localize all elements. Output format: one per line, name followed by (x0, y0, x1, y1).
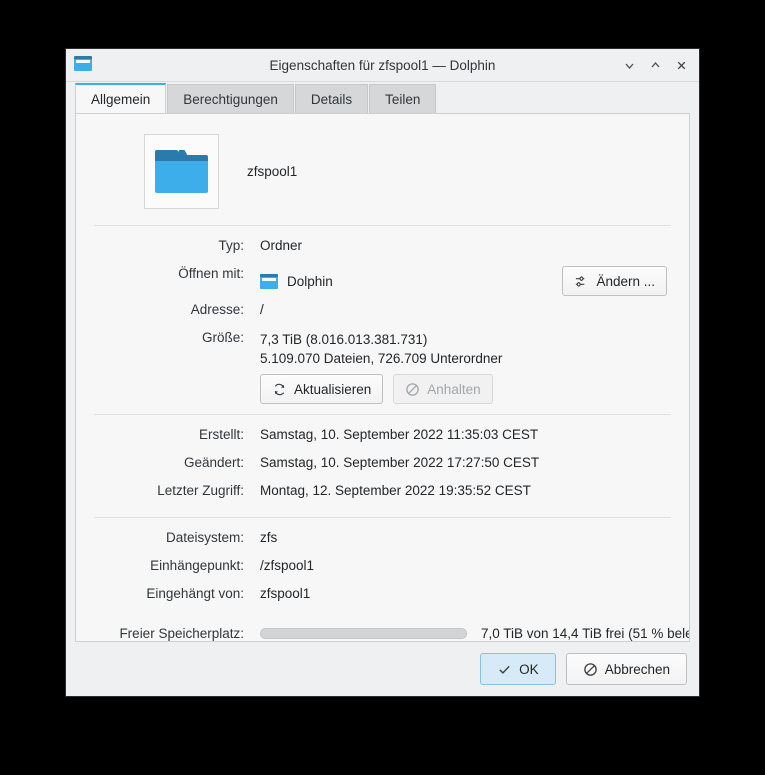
size-actions: Aktualisieren Anhalten (94, 368, 671, 408)
row-mountpoint: Einhängepunkt: /zfspool1 (94, 552, 671, 580)
tab-teilen[interactable]: Teilen (369, 84, 437, 113)
cancel-button[interactable]: Abbrechen (565, 653, 687, 685)
title-bar: Eigenschaften für zfspool1 — Dolphin (66, 49, 699, 82)
stop-button-label: Anhalten (427, 381, 481, 397)
ok-button[interactable]: OK (480, 653, 556, 685)
tab-label: Allgemein (91, 91, 151, 107)
accessed-value: Montag, 12. September 2022 19:35:52 CEST (260, 483, 531, 498)
mountpoint-label: Einhängepunkt: (150, 558, 244, 573)
type-value: Ordner (260, 238, 303, 253)
created-label: Erstellt: (198, 427, 244, 442)
tab-label: Berechtigungen (183, 91, 278, 107)
row-free-space: Freier Speicherplatz: 7,0 TiB von 14,4 T… (94, 620, 689, 641)
size-value: 7,3 TiB (8.016.013.381.731) 5.109.070 Da… (244, 324, 671, 368)
created-value: Samstag, 10. September 2022 11:35:03 CES… (260, 427, 539, 442)
item-header: zfspool1 (94, 128, 671, 219)
separator (94, 517, 671, 518)
general-tab-panel: zfspool1 Typ: Ordner Öffnen mit: Dolphin (75, 113, 690, 642)
tab-bar: Allgemein Berechtigungen Details Teilen (66, 82, 699, 113)
stop-button: Anhalten (393, 374, 493, 404)
open-with-app-name: Dolphin (287, 273, 333, 289)
modified-label: Geändert: (183, 455, 244, 470)
folder-icon (74, 56, 92, 74)
free-space-label: Freier Speicherplatz: (119, 626, 244, 641)
item-name: zfspool1 (247, 164, 298, 179)
screen: Eigenschaften für zfspool1 — Dolphin All… (0, 0, 765, 775)
ok-button-label: OK (519, 661, 539, 677)
cancel-icon (583, 662, 597, 676)
row-size: Größe: 7,3 TiB (8.016.013.381.731) 5.109… (94, 324, 671, 368)
accessed-label: Letzter Zugriff: (157, 483, 244, 498)
filesystem-label: Dateisystem: (165, 530, 244, 545)
filesystem-value: zfs (260, 530, 278, 545)
address-label: Adresse: (190, 302, 244, 317)
change-button-label: Ändern ... (596, 273, 655, 289)
window-controls (617, 54, 693, 76)
size-counts: 5.109.070 Dateien, 726.709 Unterordner (260, 351, 503, 366)
dolphin-folder-icon (260, 273, 278, 289)
free-space-value: 7,0 TiB von 14,4 TiB frei (51 % belegt) (244, 620, 690, 641)
open-with-label: Öffnen mit: (178, 266, 244, 281)
tab-berechtigungen[interactable]: Berechtigungen (167, 84, 294, 113)
mounted-from-value: zfspool1 (260, 586, 311, 601)
size-bytes: 7,3 TiB (8.016.013.381.731) (260, 332, 428, 347)
row-filesystem: Dateisystem: zfs (94, 524, 671, 552)
separator (94, 414, 671, 415)
row-type: Typ: Ordner (94, 232, 671, 260)
close-icon[interactable] (669, 54, 693, 76)
separator (94, 225, 671, 226)
row-accessed: Letzter Zugriff: Montag, 12. September 2… (94, 477, 671, 505)
row-open-with: Öffnen mit: Dolphin Ändern ... (94, 260, 671, 296)
address-value: / (260, 302, 264, 317)
modified-value: Samstag, 10. September 2022 17:27:50 CES… (260, 455, 540, 470)
configure-icon (576, 275, 585, 287)
folder-icon (155, 150, 208, 193)
open-with-value: Dolphin Ändern ... (244, 260, 671, 296)
change-button[interactable]: Ändern ... (562, 266, 667, 296)
free-space-text: 7,0 TiB von 14,4 TiB frei (51 % belegt) (481, 626, 690, 641)
maximize-icon[interactable] (643, 54, 667, 76)
tab-label: Teilen (385, 91, 421, 107)
free-space-progress-bar (260, 628, 467, 639)
folder-icon-frame[interactable] (144, 134, 219, 209)
tab-details[interactable]: Details (294, 84, 369, 113)
row-created: Erstellt: Samstag, 10. September 2022 11… (94, 421, 671, 449)
cancel-button-label: Abbrechen (604, 661, 670, 677)
check-icon (499, 665, 510, 674)
mounted-from-label: Eingehängt von: (146, 586, 244, 601)
refresh-button-label: Aktualisieren (294, 381, 372, 397)
properties-dialog: Eigenschaften für zfspool1 — Dolphin All… (65, 48, 700, 697)
tab-label: Details (310, 91, 353, 107)
row-mounted-from: Eingehängt von: zfspool1 (94, 580, 671, 608)
row-address: Adresse: / (94, 296, 671, 324)
window-title: Eigenschaften für zfspool1 — Dolphin (269, 57, 496, 73)
refresh-icon (274, 383, 285, 395)
dialog-button-bar: OK Abbrechen (66, 642, 699, 696)
refresh-button[interactable]: Aktualisieren (260, 374, 384, 404)
minimize-icon[interactable] (617, 54, 641, 76)
tab-allgemein[interactable]: Allgemein (75, 83, 167, 113)
type-label: Typ: (218, 238, 244, 253)
row-modified: Geändert: Samstag, 10. September 2022 17… (94, 449, 671, 477)
stop-icon (406, 382, 420, 396)
size-label: Größe: (201, 330, 244, 345)
mountpoint-value: /zfspool1 (260, 558, 315, 573)
